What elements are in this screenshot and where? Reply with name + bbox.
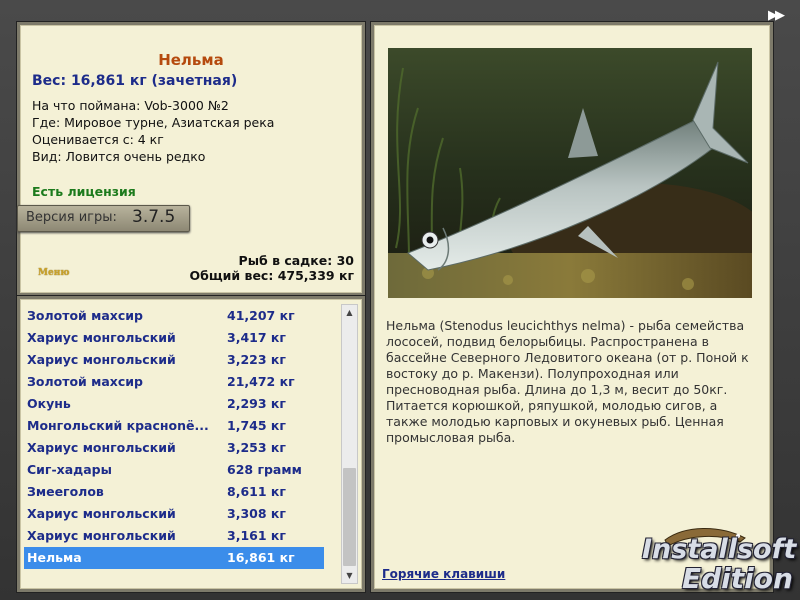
list-item-name: Хариус монгольский [27, 528, 176, 543]
list-item-name: Золотой махсир [27, 308, 143, 323]
list-item-weight: 628 грамм [227, 462, 302, 477]
list-item[interactable]: Хариус монгольский 3,417 кг [24, 327, 324, 349]
watermark-line2: Edition [682, 562, 793, 595]
fish-description: Нельма (Stenodus leucichthys nelma) - ры… [386, 318, 749, 445]
list-item-weight: 3,308 кг [227, 506, 286, 521]
list-item[interactable]: Хариус монгольский 3,308 кг [24, 503, 324, 525]
version-label: Версия игры: [26, 210, 117, 225]
rarity: Вид: Ловится очень редко [32, 149, 206, 164]
list-item-weight: 41,207 кг [227, 308, 295, 323]
version-number: 3.7.5 [132, 207, 176, 227]
list-item-name: Хариус монгольский [27, 506, 176, 521]
list-item-name: Хариус монгольский [27, 440, 176, 455]
list-scrollbar[interactable]: ▲ ▼ [341, 304, 358, 584]
version-badge: Версия игры: 3.7.5 [17, 205, 190, 232]
list-item-weight: 1,745 кг [227, 418, 286, 433]
fish-detail-panel: Нельма (Stenodus leucichthys nelma) - ры… [371, 22, 773, 592]
list-item-name: Хариус монгольский [27, 352, 176, 367]
keepnet-count: Рыб в садке: 30 [238, 253, 354, 268]
list-item[interactable]: Монгольский красноnё... 1,745 кг [24, 415, 324, 437]
list-item[interactable]: Окунь 2,293 кг [24, 393, 324, 415]
list-item-weight: 16,861 кг [227, 550, 295, 565]
list-item-name: Окунь [27, 396, 71, 411]
catch-location: Где: Мировое турне, Азиатская река [32, 115, 275, 130]
list-item-weight: 3,253 кг [227, 440, 286, 455]
fish-info-panel: Нельма Вес: 16,861 кг (зачетная) На что … [17, 22, 365, 296]
menu-button[interactable]: Меню [38, 268, 70, 278]
caught-with: На что поймана: Vob-3000 №2 [32, 98, 229, 113]
scroll-down-icon[interactable]: ▼ [342, 568, 357, 583]
scroll-up-icon[interactable]: ▲ [342, 305, 357, 320]
fish-weight: Вес: 16,861 кг (зачетная) [32, 73, 238, 89]
list-item-name: Нельма [27, 550, 82, 565]
list-item-weight: 3,223 кг [227, 352, 286, 367]
list-item[interactable]: Золотой махсир 41,207 кг [24, 305, 324, 327]
license-status: Есть лицензия [32, 184, 136, 199]
scroll-thumb[interactable] [343, 468, 356, 566]
fish-photo-image [388, 48, 752, 298]
total-weight: Общий вес: 475,339 кг [189, 268, 355, 283]
list-item-name: Хариус монгольский [27, 330, 176, 345]
list-item[interactable]: Змееголов 8,611 кг [24, 481, 324, 503]
list-item-name: Сиг-хадары [27, 462, 112, 477]
list-item-name: Змееголов [27, 484, 104, 499]
list-item-name: Золотой махсир [27, 374, 143, 389]
watermark-line1: Installsoft [642, 534, 797, 565]
catch-list-panel: Золотой махсир 41,207 кг Хариус монгольски… [17, 296, 365, 592]
list-item-weight: 3,161 кг [227, 528, 286, 543]
hotkeys-link[interactable]: Горячие клавиши [382, 567, 505, 581]
list-item-weight: 3,417 кг [227, 330, 286, 345]
list-item-name: Монгольский красноnё... [27, 418, 209, 433]
list-item[interactable]: Хариус монгольский 3,253 кг [24, 437, 324, 459]
list-item[interactable]: Золотой махсир 21,472 кг [24, 371, 324, 393]
catch-list: Золотой махсир 41,207 кг Хариус монгольски… [24, 305, 324, 569]
list-item[interactable]: Сиг-хадары 628 грамм [24, 459, 324, 481]
fish-name-title: Нельма [158, 51, 224, 69]
installsoft-watermark: Installsoft Edition [640, 520, 800, 600]
list-item[interactable]: Нельма 16,861 кг [24, 547, 324, 569]
list-item-weight: 8,611 кг [227, 484, 286, 499]
fish-photo [388, 48, 752, 298]
list-item[interactable]: Хариус монгольский 3,223 кг [24, 349, 324, 371]
valued-from: Оценивается с: 4 кг [32, 132, 164, 147]
list-item-weight: 2,293 кг [227, 396, 286, 411]
double-arrow-right-icon: ▶▶ [768, 8, 785, 23]
list-item[interactable]: Хариус монгольский 3,161 кг [24, 525, 324, 547]
list-item-weight: 21,472 кг [227, 374, 295, 389]
